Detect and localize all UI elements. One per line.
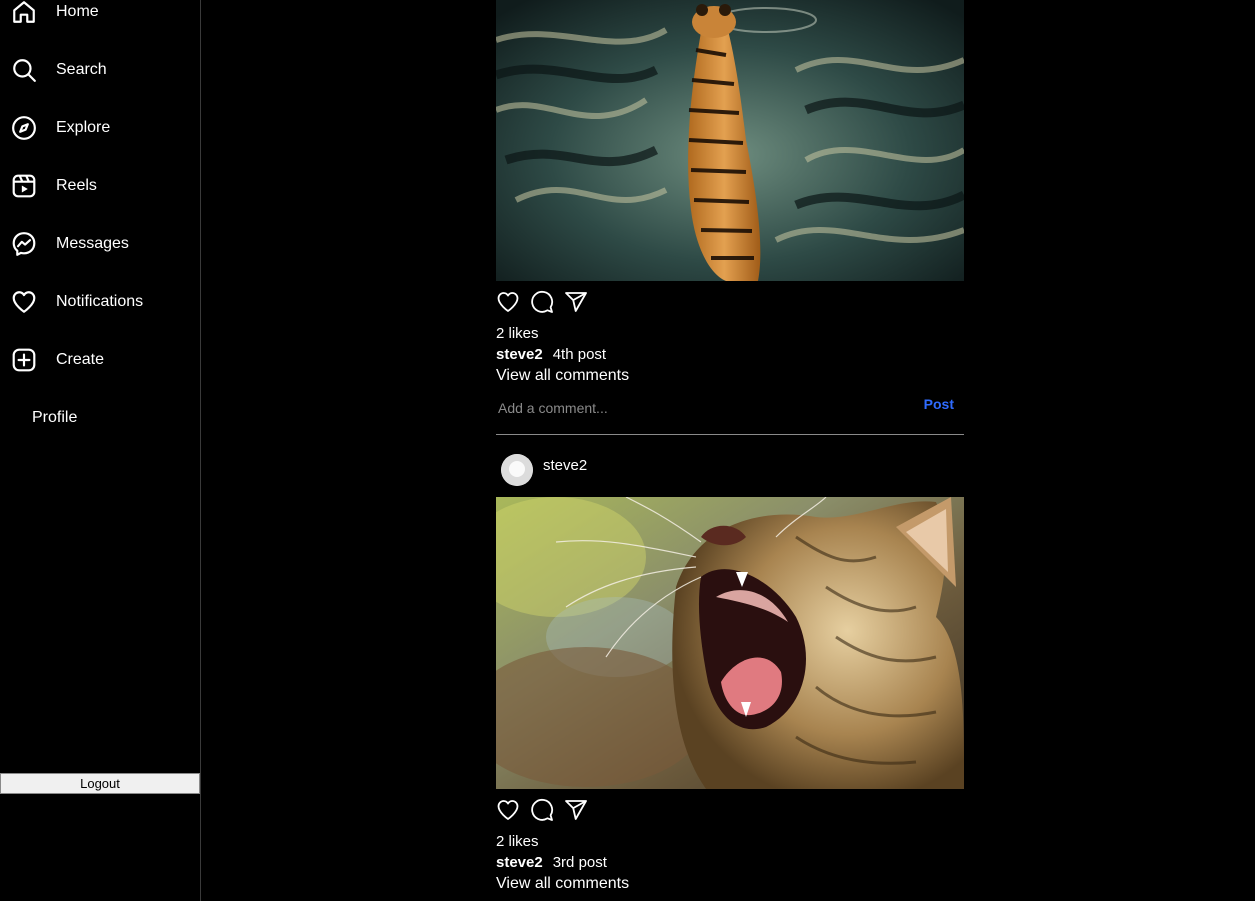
- post-caption: steve2 3rd post: [496, 854, 607, 871]
- messenger-icon: [11, 231, 37, 257]
- sidebar-item-explore[interactable]: Explore: [0, 108, 200, 148]
- post-comment-button[interactable]: Post: [924, 396, 954, 412]
- sidebar-item-label: Notifications: [56, 293, 144, 310]
- sidebar-item-messages[interactable]: Messages: [0, 224, 200, 264]
- compass-icon: [11, 115, 37, 141]
- heart-icon: [11, 289, 37, 315]
- add-comment-row: Post: [496, 396, 964, 435]
- tiger-photo: [496, 0, 964, 281]
- search-icon: [11, 57, 37, 83]
- like-button[interactable]: [496, 290, 522, 316]
- comment-input[interactable]: [498, 396, 898, 420]
- sidebar-item-label: Reels: [56, 177, 97, 194]
- view-all-comments-link[interactable]: View all comments: [496, 367, 629, 385]
- sidebar-item-label: Messages: [56, 235, 129, 252]
- post-caption: steve2 4th post: [496, 346, 606, 363]
- sidebar-item-reels[interactable]: Reels: [0, 166, 200, 206]
- send-icon: [565, 292, 587, 312]
- view-all-comments-link[interactable]: View all comments: [496, 875, 629, 893]
- caption-text: 4th post: [552, 346, 607, 363]
- post-actions: [496, 798, 596, 824]
- sidebar-item-search[interactable]: Search: [0, 50, 200, 90]
- send-icon: [565, 800, 587, 820]
- likes-count: 2 likes: [496, 833, 539, 850]
- post-image[interactable]: [496, 497, 964, 789]
- likes-count: 2 likes: [496, 325, 539, 342]
- sidebar-item-notifications[interactable]: Notifications: [0, 282, 200, 322]
- heart-icon: [497, 292, 519, 312]
- post-actions: [496, 290, 596, 316]
- sidebar-item-label: Profile: [32, 409, 78, 426]
- post-image[interactable]: [496, 0, 964, 281]
- comment-icon: [531, 291, 554, 313]
- share-button[interactable]: [564, 290, 590, 316]
- sidebar-item-create[interactable]: Create: [0, 340, 200, 380]
- comment-button[interactable]: [530, 290, 556, 316]
- sidebar-item-label: Home: [56, 3, 99, 20]
- caption-username[interactable]: steve2: [496, 346, 543, 363]
- default-avatar-icon: [501, 454, 533, 486]
- sidebar-item-home[interactable]: Home: [0, 0, 200, 32]
- share-button[interactable]: [564, 798, 590, 824]
- comment-button[interactable]: [530, 798, 556, 824]
- logout-button[interactable]: Logout: [0, 773, 200, 794]
- sidebar-item-profile[interactable]: Profile: [0, 398, 200, 438]
- plus-square-icon: [11, 347, 37, 373]
- comment-icon: [531, 799, 554, 821]
- caption-username[interactable]: steve2: [496, 854, 543, 871]
- sidebar-item-label: Create: [56, 351, 105, 368]
- cat-photo: [496, 497, 964, 789]
- post-username[interactable]: steve2: [543, 457, 587, 474]
- home-icon: [11, 0, 37, 25]
- sidebar-item-label: Explore: [56, 119, 111, 136]
- heart-icon: [497, 800, 519, 820]
- like-button[interactable]: [496, 798, 522, 824]
- avatar[interactable]: [501, 454, 533, 486]
- caption-text: 3rd post: [552, 854, 607, 871]
- sidebar-item-label: Search: [56, 61, 107, 78]
- reels-icon: [11, 173, 37, 199]
- post-header: steve2: [496, 454, 964, 494]
- sidebar: Home Search Explore Reels Messages Notif…: [0, 0, 201, 901]
